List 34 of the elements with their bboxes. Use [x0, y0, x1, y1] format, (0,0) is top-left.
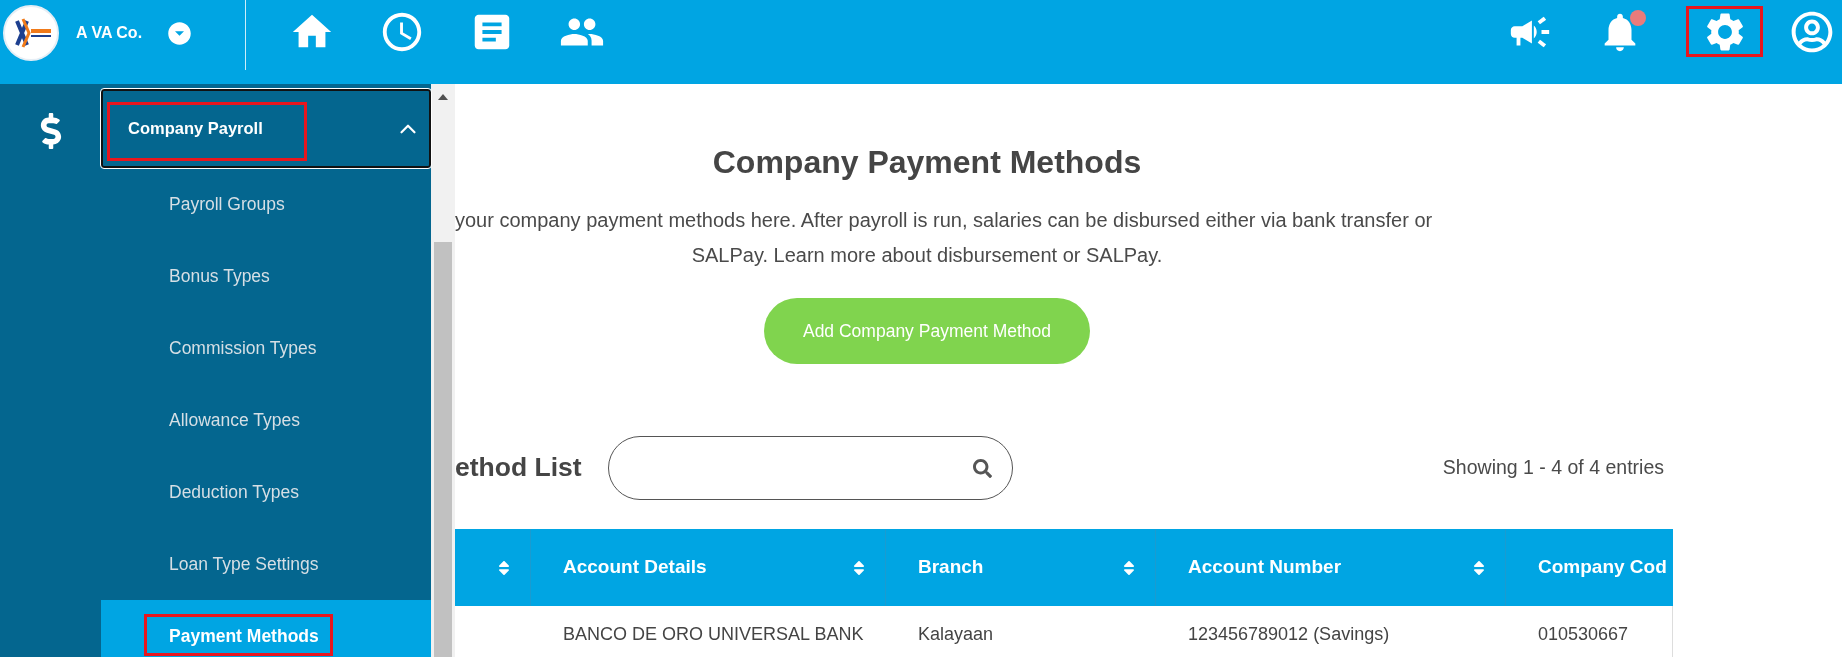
search-icon — [972, 458, 992, 478]
submenu-item[interactable]: Payroll Groups — [101, 168, 431, 240]
submenu-item[interactable]: Payment Methods — [101, 600, 431, 657]
payroll-button[interactable] — [39, 113, 62, 149]
section-title: ethod List — [455, 451, 582, 485]
column-header[interactable]: Account Number — [1156, 529, 1506, 606]
sort-icon — [1123, 558, 1135, 577]
submenu-item[interactable]: Deduction Types — [101, 456, 431, 528]
submenu-item[interactable]: Loan Type Settings — [101, 528, 431, 600]
entries-summary: Showing 1 - 4 of 4 entries — [1442, 455, 1664, 481]
column-header[interactable]: Account Details — [531, 529, 886, 606]
profile-button[interactable] — [1791, 11, 1833, 53]
dropdown-caret-icon — [166, 19, 194, 47]
sort-icon — [853, 558, 865, 577]
sort-icon — [1473, 558, 1485, 577]
column-header: Company Cod — [1506, 529, 1673, 606]
description-text: your company payment methods here. After payroll is run, salaries can be disbursed either via bank transfer or SALPay. Learn more about disbursement or SALPay. — [455, 208, 1434, 268]
company-dropdown-button[interactable] — [166, 19, 194, 47]
user-avatar-icon — [1791, 11, 1833, 53]
table-cell-text: Kalayaan — [917, 623, 995, 646]
submenu-item[interactable]: Commission Types — [101, 312, 431, 384]
submenu-item[interactable]: Allowance Types — [101, 384, 431, 456]
page-title: Company Payment Methods — [712, 143, 1142, 181]
column-header[interactable]: Branch — [886, 529, 1156, 606]
company-name: A VA Co. — [76, 23, 143, 43]
table-cell-text: BANCO DE ORO UNIVERSAL BANK — [562, 623, 865, 646]
scroll-up-arrow-icon — [438, 94, 448, 100]
dollar-icon — [39, 113, 62, 149]
table-cell-text: 123456789012 (Savings) — [1187, 623, 1391, 646]
table-cell-text: 010530667 — [1537, 623, 1630, 646]
logo-icon — [3, 5, 59, 61]
menu-group-header[interactable]: Company Payroll — [101, 89, 431, 168]
sort-icon — [498, 558, 510, 577]
submenu-item[interactable]: Bonus Types — [101, 240, 431, 312]
